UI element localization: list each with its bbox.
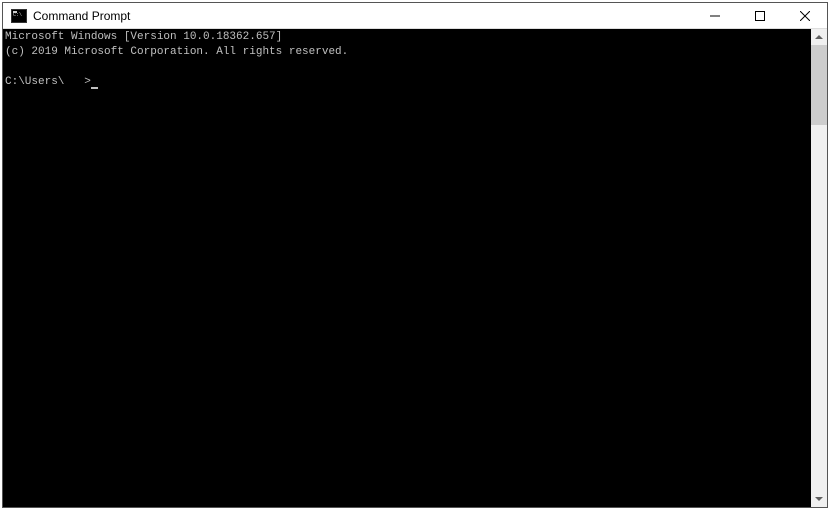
cursor [91, 87, 98, 89]
copyright-line: (c) 2019 Microsoft Corporation. All righ… [5, 45, 811, 60]
prompt-text: C:\Users\ > [5, 75, 91, 90]
minimize-icon [710, 11, 720, 21]
terminal-output[interactable]: Microsoft Windows [Version 10.0.18362.65… [3, 29, 811, 507]
version-line: Microsoft Windows [Version 10.0.18362.65… [5, 30, 811, 45]
cmd-app-icon [11, 9, 27, 23]
maximize-button[interactable] [737, 3, 782, 28]
vertical-scrollbar[interactable] [811, 29, 827, 507]
window-title: Command Prompt [33, 9, 130, 23]
prompt-line: C:\Users\ > [5, 75, 811, 90]
minimize-button[interactable] [692, 3, 737, 28]
chevron-down-icon [815, 495, 823, 503]
window-controls [692, 3, 827, 28]
close-button[interactable] [782, 3, 827, 28]
close-icon [800, 11, 810, 21]
scroll-up-button[interactable] [811, 29, 827, 45]
scroll-thumb[interactable] [811, 45, 827, 125]
chevron-up-icon [815, 33, 823, 41]
blank-line [5, 60, 811, 75]
client-area: Microsoft Windows [Version 10.0.18362.65… [3, 29, 827, 507]
maximize-icon [755, 11, 765, 21]
command-prompt-window: Command Prompt Microsoft Windows [Versio… [2, 2, 828, 508]
scroll-down-button[interactable] [811, 491, 827, 507]
title-bar[interactable]: Command Prompt [3, 3, 827, 29]
